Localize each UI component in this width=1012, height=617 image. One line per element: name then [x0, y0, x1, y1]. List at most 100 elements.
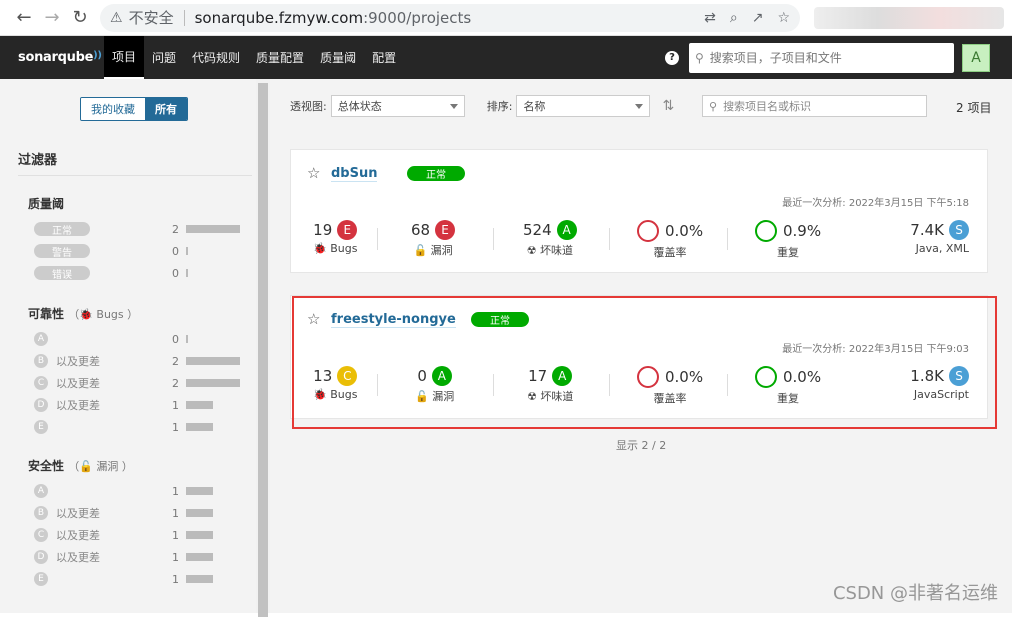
rating-text: 以及更差 — [56, 353, 136, 369]
bugs-measure[interactable]: 19E 🐞 Bugs — [313, 220, 357, 262]
favorite-star-icon[interactable]: ☆ — [307, 164, 320, 182]
filter-bar — [186, 423, 213, 431]
reliability-row-d[interactable]: D 以及更差 1 — [34, 397, 240, 413]
project-name[interactable]: dbSun — [331, 166, 377, 182]
filter-bar — [186, 357, 240, 365]
project-search-input[interactable]: ⚲ 搜索项目名或标识 — [702, 95, 927, 117]
reliability-sub: Bugs — [96, 308, 123, 321]
sort-label: 排序: — [487, 98, 513, 114]
filter-count: 0 — [172, 333, 179, 346]
nav-quality-profiles[interactable]: 质量配置 — [248, 36, 312, 79]
nav-issues[interactable]: 问题 — [144, 36, 184, 79]
filter-count: 1 — [172, 485, 179, 498]
security-sub: 漏洞 — [96, 460, 118, 473]
code-smells-measure[interactable]: 524A ☢ 坏味道 — [523, 220, 577, 262]
filter-bar — [186, 225, 240, 233]
zoom-icon[interactable]: ⌕ — [730, 10, 738, 26]
security-row-a[interactable]: A 1 — [34, 483, 240, 499]
filter-bar — [186, 247, 188, 255]
bookmark-star-icon[interactable]: ☆ — [777, 10, 790, 26]
rating-circle: E — [34, 420, 48, 434]
nav-quality-gates[interactable]: 质量阈 — [312, 36, 364, 79]
size-measure[interactable]: 7.4KS Java, XML — [910, 220, 969, 262]
reliability-row-b[interactable]: B 以及更差 2 — [34, 353, 240, 369]
share-icon[interactable]: ↗ — [752, 10, 764, 26]
smells-label: 坏味道 — [540, 244, 573, 257]
search-icon: ⚲ — [695, 51, 704, 65]
quality-gate-row-passed[interactable]: 正常 2 — [34, 221, 240, 237]
avatar[interactable]: A — [962, 44, 990, 72]
sort-value: 名称 — [523, 98, 545, 114]
filter-count: 1 — [172, 529, 179, 542]
rating-badge: A — [557, 220, 577, 240]
coverage-value: 0.0% — [665, 222, 703, 240]
coverage-ring-icon — [637, 220, 659, 242]
reliability-row-e[interactable]: E 1 — [34, 419, 240, 435]
quality-gate-filter-title: 质量阈 — [28, 195, 64, 212]
filter-count: 1 — [172, 573, 179, 586]
global-search-input[interactable]: ⚲ 搜索项目，子项目和文件 — [689, 43, 954, 73]
rating-circle: A — [34, 484, 48, 498]
back-icon[interactable]: ← — [10, 4, 38, 32]
sort-direction-icon[interactable]: ⇅ — [662, 98, 674, 114]
reload-icon[interactable]: ↻ — [66, 4, 94, 32]
sort-select[interactable]: 名称 — [516, 95, 650, 117]
sonarqube-logo[interactable]: sonarqube)) — [0, 50, 104, 65]
highlight-annotation — [292, 296, 997, 429]
reliability-title: 可靠性 — [28, 307, 64, 321]
project-search-placeholder: 搜索项目名或标识 — [723, 98, 811, 114]
reliability-row-c[interactable]: C 以及更差 2 — [34, 375, 240, 391]
chevron-down-icon — [635, 104, 643, 109]
divider — [18, 175, 252, 176]
divider — [184, 10, 185, 26]
nav-administration[interactable]: 配置 — [364, 36, 404, 79]
duplications-measure[interactable]: 0.9% 重复 — [755, 220, 821, 262]
forward-icon[interactable]: → — [38, 4, 66, 32]
help-icon[interactable]: ? — [665, 51, 679, 65]
project-card: ☆ dbSun 正常 最近一次分析: 2022年3月15日 下午5:18 19E… — [290, 149, 988, 273]
status-badge: 正常 — [407, 166, 465, 181]
favorites-all-toggle: 我的收藏 所有 — [80, 97, 188, 121]
reliability-row-a[interactable]: A 0 — [34, 331, 240, 347]
security-row-c[interactable]: C 以及更差 1 — [34, 527, 240, 543]
filter-bar — [186, 487, 213, 495]
nav-projects[interactable]: 项目 — [104, 36, 144, 79]
sidebar-scrollbar[interactable] — [256, 79, 270, 613]
divider — [377, 228, 378, 250]
quality-gate-row-error[interactable]: 错误 0 — [34, 265, 240, 281]
filter-bar — [186, 553, 213, 561]
all-button[interactable]: 所有 — [145, 98, 187, 120]
filter-count: 1 — [172, 421, 179, 434]
rating-text: 以及更差 — [56, 527, 136, 543]
rating-circle: B — [34, 506, 48, 520]
security-row-b[interactable]: B 以及更差 1 — [34, 505, 240, 521]
chevron-down-icon — [450, 104, 458, 109]
perspective-value: 总体状态 — [338, 98, 382, 114]
filters-title: 过滤器 — [18, 149, 57, 168]
perspective-select[interactable]: 总体状态 — [331, 95, 465, 117]
bug-icon: 🐞 — [313, 242, 327, 255]
perspective-label: 透视图: — [290, 98, 327, 114]
address-bar[interactable]: ⚠ 不安全 sonarqube.fzmyw.com :9000/projects… — [100, 4, 800, 32]
vulnerabilities-measure[interactable]: 68E 🔓 漏洞 — [411, 220, 455, 262]
favorites-button[interactable]: 我的收藏 — [81, 98, 145, 120]
status-pill: 正常 — [34, 222, 90, 236]
security-row-d[interactable]: D 以及更差 1 — [34, 549, 240, 565]
url-path: :9000/projects — [363, 9, 471, 27]
lock-icon: 🔓 — [413, 244, 427, 257]
filter-bar — [186, 401, 213, 409]
watermark: CSDN @非著名运维 — [833, 579, 998, 605]
coverage-measure[interactable]: 0.0% 覆盖率 — [637, 220, 703, 262]
search-icon: ⚲ — [709, 100, 717, 113]
translate-icon[interactable]: ⇄ — [704, 10, 716, 26]
filter-count: 1 — [172, 507, 179, 520]
filter-count: 1 — [172, 399, 179, 412]
security-row-e[interactable]: E 1 — [34, 571, 240, 587]
nav-rules[interactable]: 代码规则 — [184, 36, 248, 79]
languages: Java, XML — [916, 242, 969, 255]
bugs-label: Bugs — [330, 242, 357, 255]
filter-count: 2 — [172, 355, 179, 368]
bugs-value: 19 — [313, 221, 332, 239]
filter-count: 2 — [172, 223, 179, 236]
quality-gate-row-warning[interactable]: 警告 0 — [34, 243, 240, 259]
